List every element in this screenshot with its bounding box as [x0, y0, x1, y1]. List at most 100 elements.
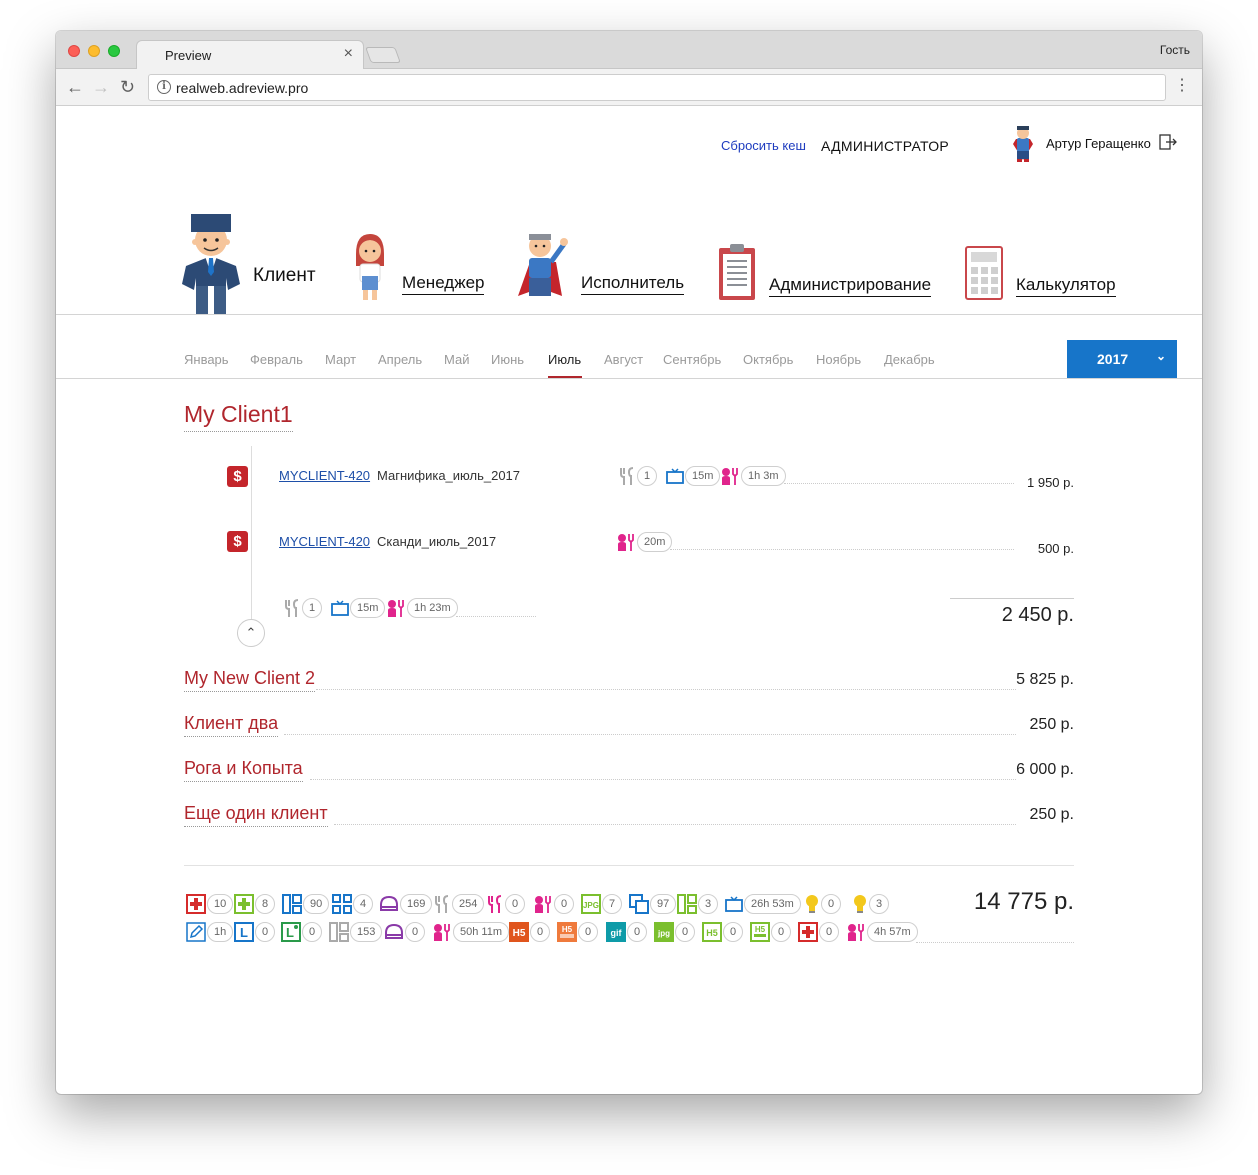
calculator-icon [965, 246, 1003, 300]
tab-month-october[interactable]: Октябрь [743, 352, 793, 367]
metric-value: 97 [650, 894, 677, 914]
reload-icon[interactable]: ↻ [120, 77, 135, 97]
task-metric: 15m [666, 465, 721, 487]
guest-profile-label[interactable]: Гость [1160, 43, 1190, 57]
metric-value: 0 [255, 922, 276, 942]
svg-text:JPG: JPG [583, 901, 599, 910]
metric-value: 0 [554, 894, 575, 914]
tab-month-september[interactable]: Сентябрь [663, 352, 721, 367]
summary-metric: 0 [533, 893, 575, 915]
task-id-link[interactable]: MYCLIENT-420 [279, 534, 370, 549]
metric-value: 1h 23m [407, 598, 458, 618]
metric-value: 90 [303, 894, 330, 914]
browser-toolbar: ← → ↻ i realweb.adreview.pro ⋮ [56, 69, 1202, 106]
summary-metric: jpg 0 [654, 921, 696, 943]
back-arrow-icon[interactable]: ← [66, 77, 84, 97]
client-name[interactable]: Рога и Копыта [184, 758, 303, 782]
zoom-window-button[interactable] [108, 45, 120, 57]
tab-close-icon[interactable]: × [344, 45, 353, 63]
red-plus-icon [798, 922, 818, 942]
metric-value: 4h 57m [867, 922, 918, 942]
collapse-chevron-up-icon[interactable]: ⌃ [237, 619, 265, 647]
client-total-price: 2 450 р. [1001, 604, 1074, 626]
purple-dome-icon [380, 895, 398, 911]
user-avatar-icon[interactable] [1010, 124, 1036, 162]
forward-arrow-icon[interactable]: → [92, 77, 110, 97]
manager-character-icon [356, 234, 384, 300]
new-tab-button[interactable] [365, 47, 401, 63]
client-name[interactable]: Клиент два [184, 713, 279, 737]
client-row-leader [334, 824, 1016, 825]
bulb-icon [854, 895, 866, 913]
tab-month-december[interactable]: Декабрь [884, 352, 935, 367]
task-metric: 1 [618, 465, 658, 487]
minimize-window-button[interactable] [88, 45, 100, 57]
tab-month-march[interactable]: Март [325, 352, 356, 367]
client-row[interactable]: Еще один клиент 250 р. [184, 803, 1074, 829]
client-name[interactable]: My New Client 2 [184, 668, 316, 692]
metric-value: 0 [723, 922, 744, 942]
tab-month-january[interactable]: Январь [184, 352, 229, 367]
tab-month-august[interactable]: Август [604, 352, 643, 367]
client-row[interactable]: Клиент два 250 р. [184, 713, 1074, 739]
tv-icon [666, 468, 684, 484]
summary-metric: 50h 11m [432, 921, 509, 943]
tab-month-july[interactable]: Июль [548, 352, 581, 367]
developer-icon [388, 600, 404, 617]
address-bar[interactable]: i realweb.adreview.pro [148, 74, 1166, 101]
svg-text:L: L [240, 925, 248, 940]
close-window-button[interactable] [68, 45, 80, 57]
task-price: 500 р. [1037, 541, 1074, 556]
tab-month-may[interactable]: Май [444, 352, 469, 367]
svg-text:gif: gif [611, 928, 623, 938]
summary-metric: 1h [186, 921, 234, 943]
client-row[interactable]: Рога и Копыта 6 000 р. [184, 758, 1074, 784]
summary-divider [184, 865, 1074, 866]
svg-text:L: L [286, 925, 294, 940]
months-divider [56, 378, 1202, 379]
browser-tab[interactable]: Preview × [136, 40, 364, 70]
clipboard-icon [719, 244, 755, 300]
summary-metric: 0 [804, 893, 842, 915]
summary-metric: 254 [433, 893, 485, 915]
summary-metric: 8 [234, 893, 276, 915]
metric-value: 50h 11m [453, 922, 509, 942]
blue-layout-icon [282, 894, 302, 914]
client-price: 5 825 р. [1016, 671, 1074, 688]
tab-month-february[interactable]: Февраль [250, 352, 303, 367]
task-id-link[interactable]: MYCLIENT-420 [279, 468, 370, 483]
role-nav-client-label: Клиент [253, 265, 316, 286]
metric-value: 8 [255, 894, 276, 914]
task-price-leader [670, 549, 1014, 550]
client-price: 250 р. [1029, 716, 1074, 733]
pink-developer-icon [848, 924, 864, 941]
task-price: 1 950 р. [1027, 475, 1074, 490]
summary-metric: H5 0 [509, 921, 551, 943]
tab-month-november[interactable]: Ноябрь [816, 352, 861, 367]
year-dropdown[interactable]: 2017 ⌄ [1067, 340, 1177, 378]
tab-month-june[interactable]: Июнь [491, 352, 524, 367]
expanded-client-name[interactable]: My Client1 [184, 401, 293, 432]
tab-bar: Preview × Гость [56, 31, 1202, 70]
tab-month-april[interactable]: Апрель [378, 352, 422, 367]
client-summary-metric: 1 [283, 597, 323, 619]
reset-cache-link[interactable]: Сбросить кеш [721, 138, 806, 153]
summary-metric: 0 [384, 921, 426, 943]
logout-icon[interactable] [1159, 134, 1177, 150]
pink-developer-icon [434, 924, 450, 941]
task-price-leader [784, 483, 1014, 484]
client-row-leader [284, 734, 1016, 735]
client-row-leader [310, 779, 1016, 780]
user-name[interactable]: Артур Геращенко [1046, 136, 1151, 151]
svg-text:jpg: jpg [657, 929, 670, 938]
svg-text:H5: H5 [755, 925, 766, 934]
site-info-icon[interactable]: i [157, 80, 171, 94]
year-value: 2017 [1097, 351, 1129, 367]
client-row[interactable]: My New Client 2 5 825 р. [184, 668, 1074, 694]
summary-metric: 0 [798, 921, 840, 943]
wrench-icon [285, 599, 299, 617]
client-name[interactable]: Еще один клиент [184, 803, 328, 827]
bulb-icon [806, 895, 818, 913]
address-bar-url[interactable]: realweb.adreview.pro [176, 80, 308, 96]
browser-menu-icon[interactable]: ⋮ [1174, 77, 1190, 95]
